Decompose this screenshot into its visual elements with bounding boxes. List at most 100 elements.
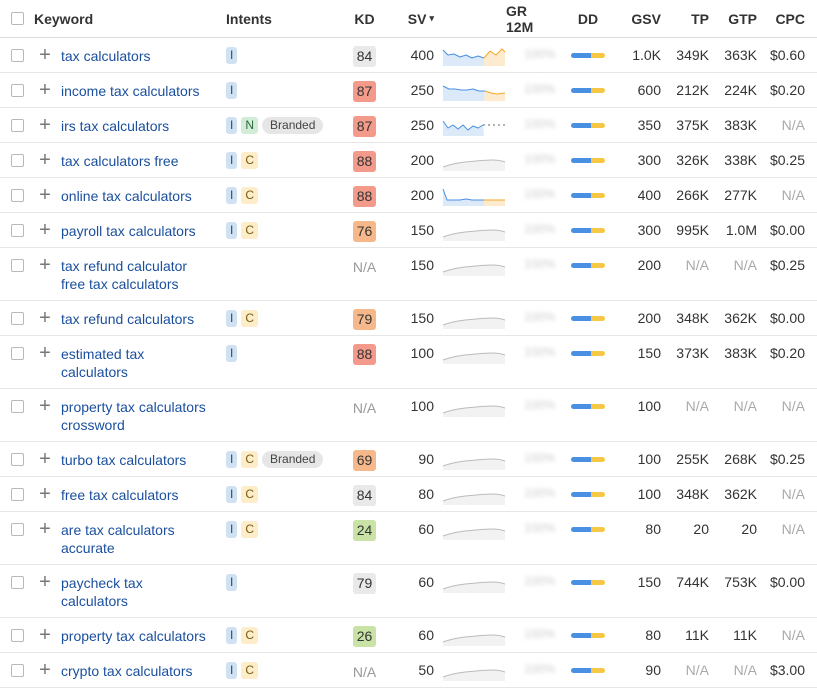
keyword-link[interactable]: tax calculators free (61, 152, 179, 170)
gr-value: 100% (524, 486, 555, 500)
keyword-link[interactable]: crypto tax calculators (61, 662, 193, 680)
row-checkbox[interactable] (0, 301, 34, 335)
gtp-cell: 277K (709, 178, 757, 212)
checkbox-box[interactable] (10, 312, 24, 325)
add-to-list-button[interactable]: + (34, 108, 56, 142)
keyword-cell: property tax calculators (56, 618, 226, 652)
plus-icon: + (39, 624, 51, 646)
keyword-link[interactable]: estimated tax calculators (61, 345, 144, 381)
keyword-link[interactable]: online tax calculators (61, 187, 192, 205)
row-checkbox[interactable] (0, 248, 34, 300)
table-row: + property tax calculators crossword N/A 100… (0, 389, 817, 442)
tp-value: 326K (676, 152, 709, 168)
add-to-list-button[interactable]: + (34, 178, 56, 212)
col-gr[interactable]: GR 12M (506, 0, 563, 37)
intents-cell: I N Branded (226, 108, 337, 142)
keyword-link[interactable]: tax calculators (61, 47, 150, 65)
keyword-cell: property tax calculators crossword (56, 389, 226, 441)
add-to-list-button[interactable]: + (34, 389, 56, 441)
row-checkbox[interactable] (0, 73, 34, 107)
col-kd[interactable]: KD (337, 0, 392, 37)
checkbox-box[interactable] (10, 259, 24, 272)
keyword-link[interactable]: income tax calculators (61, 82, 200, 100)
row-checkbox[interactable] (0, 565, 34, 617)
keyword-link[interactable]: turbo tax calculators (61, 451, 186, 469)
plus-icon: + (39, 659, 51, 681)
col-dd[interactable]: DD (563, 0, 613, 37)
keyword-link[interactable]: irs tax calculators (61, 117, 169, 135)
add-to-list-button[interactable]: + (34, 565, 56, 617)
checkbox-box[interactable] (10, 189, 24, 202)
kd-score: 79 (353, 573, 376, 594)
intents-cell: IC (226, 301, 337, 335)
keyword-link[interactable]: are tax calculators accurate (61, 521, 175, 557)
add-to-list-button[interactable]: + (34, 442, 56, 476)
row-checkbox[interactable] (0, 336, 34, 388)
col-keyword[interactable]: Keyword (34, 0, 226, 37)
row-checkbox[interactable] (0, 213, 34, 247)
add-to-list-button[interactable]: + (34, 301, 56, 335)
row-checkbox[interactable] (0, 108, 34, 142)
intent-commercial-badge: C (241, 486, 259, 503)
row-checkbox[interactable] (0, 389, 34, 441)
row-checkbox[interactable] (0, 618, 34, 652)
intent-informational-badge: I (226, 521, 238, 538)
kd-cell: 24 (337, 512, 392, 564)
checkbox-box[interactable] (10, 629, 24, 642)
checkbox-box[interactable] (10, 347, 24, 360)
checkbox-box[interactable] (10, 400, 24, 413)
add-to-list-button[interactable]: + (34, 213, 56, 247)
select-all-checkbox[interactable] (0, 0, 34, 37)
keyword-link[interactable]: tax refund calculators (61, 310, 194, 328)
add-to-list-button[interactable]: + (34, 512, 56, 564)
cpc-value: N/A (781, 627, 805, 643)
checkbox-box[interactable] (10, 664, 24, 677)
col-gsv[interactable]: GSV (613, 0, 661, 37)
keyword-link[interactable]: tax refund calculator free tax calculator… (61, 257, 187, 293)
trend-cell (436, 143, 506, 177)
row-checkbox[interactable] (0, 143, 34, 177)
row-checkbox[interactable] (0, 477, 34, 511)
checkbox-box[interactable] (10, 488, 24, 501)
add-to-list-button[interactable]: + (34, 653, 56, 687)
col-gtp[interactable]: GTP (709, 0, 757, 37)
trend-sparkline (442, 528, 506, 540)
kd-cell: N/A (337, 389, 392, 441)
row-checkbox[interactable] (0, 653, 34, 687)
col-cpc[interactable]: CPC (757, 0, 809, 37)
col-tp[interactable]: TP (661, 0, 709, 37)
intent-commercial-badge: C (241, 222, 259, 239)
checkbox-box[interactable] (10, 154, 24, 167)
tp-value: 348K (676, 486, 709, 502)
keyword-link[interactable]: paycheck tax calculators (61, 574, 143, 610)
keyword-link[interactable]: free tax calculators (61, 486, 179, 504)
keyword-text: estimated tax (61, 346, 145, 362)
checkbox-box[interactable] (10, 84, 24, 97)
add-to-list-button[interactable]: + (34, 73, 56, 107)
tp-value: N/A (685, 398, 709, 414)
checkbox-box[interactable] (10, 576, 24, 589)
add-to-list-button[interactable]: + (34, 477, 56, 511)
checkbox-box[interactable] (10, 224, 24, 237)
add-to-list-button[interactable]: + (34, 336, 56, 388)
row-checkbox[interactable] (0, 178, 34, 212)
keyword-link[interactable]: property tax calculators crossword (61, 398, 206, 434)
keyword-link[interactable]: property tax calculators (61, 627, 206, 645)
col-intents[interactable]: Intents (226, 0, 337, 37)
add-to-list-button[interactable]: + (34, 248, 56, 300)
sv-cell: 250 (392, 73, 436, 107)
keyword-link[interactable]: payroll tax calculators (61, 222, 196, 240)
row-checkbox[interactable] (0, 38, 34, 72)
add-to-list-button[interactable]: + (34, 38, 56, 72)
checkbox-box[interactable] (10, 523, 24, 536)
col-sv[interactable]: SV ▾ (392, 0, 436, 37)
checkbox-box[interactable] (10, 49, 24, 62)
checkbox-box[interactable] (10, 119, 24, 132)
add-to-list-button[interactable]: + (34, 618, 56, 652)
dd-bar-yellow (591, 158, 605, 163)
checkbox-box[interactable] (10, 453, 24, 466)
row-checkbox[interactable] (0, 442, 34, 476)
gr-cell: 100% (506, 618, 563, 652)
row-checkbox[interactable] (0, 512, 34, 564)
add-to-list-button[interactable]: + (34, 143, 56, 177)
